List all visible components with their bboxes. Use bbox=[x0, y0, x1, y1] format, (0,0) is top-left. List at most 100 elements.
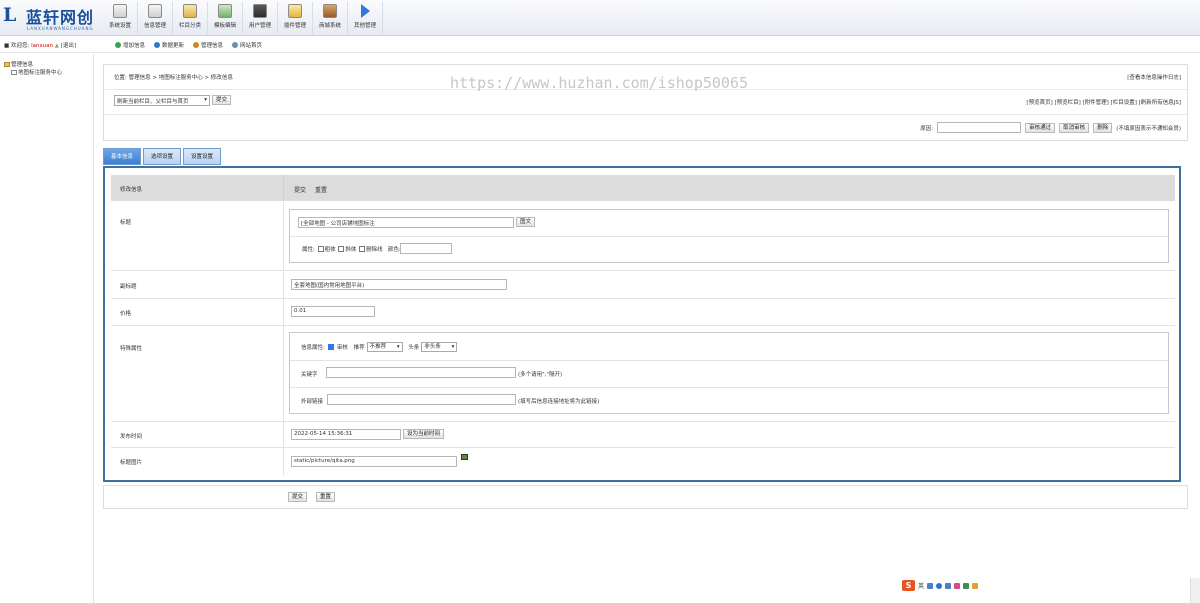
approve-button[interactable]: 审核通过 bbox=[1025, 122, 1056, 133]
divider bbox=[283, 299, 284, 325]
tab-bar: 基本信息 选项设置 设置设置 bbox=[103, 148, 222, 165]
template-icon bbox=[218, 4, 232, 18]
shop-icon bbox=[323, 4, 337, 18]
nav-item-plugin[interactable]: 插件管理 bbox=[278, 2, 313, 34]
quick-link-home[interactable]: 网站首页 bbox=[232, 41, 262, 49]
tab-basic-info[interactable]: 基本信息 bbox=[103, 148, 142, 165]
header-reset-link[interactable]: 重置 bbox=[315, 185, 327, 194]
tools-icon[interactable] bbox=[972, 582, 979, 589]
submit-button[interactable]: 提交 bbox=[288, 492, 308, 502]
divider bbox=[283, 175, 284, 201]
keyboard-icon[interactable] bbox=[945, 582, 952, 589]
home-icon bbox=[232, 42, 239, 48]
publish-time-input[interactable]: 2022-05-14 15:36:31 bbox=[291, 429, 401, 440]
nav-item-other[interactable]: 其他管理 bbox=[348, 2, 383, 34]
sidebar-item-manage-info[interactable]: 管理信息 bbox=[4, 60, 33, 68]
sidebar: 管理信息 地图标注服务中心 bbox=[0, 54, 94, 603]
form-header-label: 修改信息 bbox=[120, 187, 143, 193]
nav-item-template[interactable]: 模板编辑 bbox=[208, 2, 243, 34]
user-block: ■ 欢迎您: lanxuan ▲ [退出] bbox=[4, 41, 76, 49]
quick-links: 增加信息 数据更新 管理信息 网站首页 bbox=[115, 41, 262, 49]
headline-select[interactable]: 非头条 ▾ bbox=[421, 342, 458, 352]
image-text-button[interactable]: 图文 bbox=[516, 217, 536, 227]
scrollbar[interactable] bbox=[1190, 578, 1200, 603]
recommend-select[interactable]: 不推荐 ▾ bbox=[366, 342, 403, 352]
refresh-icon bbox=[154, 42, 161, 48]
quick-link-label: 网站首页 bbox=[240, 43, 263, 49]
nav-item-category[interactable]: 栏目分类 bbox=[173, 2, 208, 34]
tab-options[interactable]: 选项设置 bbox=[143, 148, 182, 165]
publish-time-label: 发布时间 bbox=[120, 434, 143, 440]
quick-link-add[interactable]: 增加信息 bbox=[115, 41, 145, 49]
sidebar-item-map-service[interactable]: 地图标注服务中心 bbox=[11, 68, 62, 76]
nav-label: 用户管理 bbox=[248, 23, 271, 29]
audit-check-label: 审核 bbox=[336, 345, 348, 351]
folder-icon bbox=[4, 62, 10, 67]
username[interactable]: lanxuan bbox=[31, 43, 53, 49]
subtitle-input[interactable]: 全套地图(国内常用地图平台) bbox=[291, 279, 507, 290]
audit-checkbox[interactable] bbox=[327, 344, 334, 350]
quick-link-label: 数据更新 bbox=[162, 43, 185, 49]
quick-link-manage[interactable]: 管理信息 bbox=[193, 41, 223, 49]
refresh-select[interactable]: 刷新当前栏目、父栏目与首页 ▾ bbox=[114, 95, 210, 106]
recommend-value: 不推荐 bbox=[369, 344, 387, 350]
attr-label: 属性: bbox=[302, 247, 315, 253]
divider bbox=[283, 326, 284, 421]
keywords-input[interactable] bbox=[326, 367, 516, 378]
title-input[interactable]: [全部地图 - 公司店铺地图标注 bbox=[298, 217, 514, 228]
category-icon bbox=[183, 4, 197, 18]
external-link-hint: (填写后信息连接地址将为此链接) bbox=[518, 399, 600, 405]
microphone-icon[interactable] bbox=[936, 582, 943, 589]
grid-icon[interactable] bbox=[963, 582, 970, 589]
price-input[interactable]: 0.01 bbox=[291, 306, 375, 317]
nav-item-shop[interactable]: 商城系统 bbox=[313, 2, 348, 34]
nav-item-users[interactable]: 用户管理 bbox=[243, 2, 278, 34]
reset-button[interactable]: 重置 bbox=[316, 492, 336, 502]
color-input[interactable] bbox=[400, 243, 452, 254]
cancel-audit-button[interactable]: 取消审核 bbox=[1059, 122, 1090, 133]
title-label: 标题 bbox=[120, 220, 132, 226]
divider bbox=[283, 272, 284, 298]
italic-checkbox[interactable] bbox=[338, 246, 345, 252]
nav-label: 信息管理 bbox=[143, 23, 166, 29]
quick-link-label: 增加信息 bbox=[123, 43, 146, 49]
refresh-submit-button[interactable]: 提交 bbox=[212, 95, 232, 105]
skin-icon[interactable] bbox=[954, 582, 961, 589]
logo-name: 蓝轩网创 bbox=[26, 8, 95, 27]
chevron-down-icon: ▾ bbox=[396, 344, 400, 350]
nav-item-info-manage[interactable]: 信息管理 bbox=[138, 2, 173, 34]
header-submit-link[interactable]: 提交 bbox=[294, 185, 306, 194]
title-image-input[interactable]: static/picture/qita.png bbox=[291, 456, 457, 467]
strike-checkbox[interactable] bbox=[359, 246, 366, 252]
nav-item-system-settings[interactable]: 系统设置 bbox=[103, 2, 138, 34]
bold-checkbox[interactable] bbox=[317, 246, 324, 252]
tab-settings[interactable]: 设置设置 bbox=[183, 148, 222, 165]
nav-label: 栏目分类 bbox=[178, 23, 201, 29]
chevron-down-icon: ▾ bbox=[451, 344, 455, 350]
plugin-icon bbox=[288, 4, 302, 18]
title-row: 标题 [全部地图 - 公司店铺地图标注 图文 属性: 粗体 斜体 删除线 颜色: bbox=[111, 202, 1175, 271]
reason-input[interactable] bbox=[937, 122, 1022, 133]
ime-lang-toggle[interactable]: 英 bbox=[918, 581, 924, 590]
logout-link[interactable]: [退出] bbox=[61, 43, 76, 49]
ime-toolbar: S 英 bbox=[902, 580, 979, 591]
image-select-icon[interactable] bbox=[461, 454, 468, 460]
title-box: [全部地图 - 公司店铺地图标注 图文 属性: 粗体 斜体 删除线 颜色: bbox=[289, 209, 1169, 263]
quick-link-update[interactable]: 数据更新 bbox=[154, 41, 184, 49]
nav-label: 系统设置 bbox=[108, 23, 131, 29]
ime-logo-icon[interactable]: S bbox=[902, 580, 915, 591]
punctuation-icon[interactable] bbox=[927, 582, 934, 589]
logo-subtitle: LANXUANWANGCHUANG bbox=[27, 26, 94, 31]
users-icon bbox=[253, 4, 267, 18]
subtitle-row: 副标题 全套地图(国内常用地图平台) bbox=[111, 272, 1175, 299]
special-attr-label: 特殊属性 bbox=[120, 346, 143, 352]
external-link-input[interactable] bbox=[327, 394, 516, 405]
form-header: 修改信息 提交 重置 bbox=[111, 175, 1175, 201]
set-current-time-button[interactable]: 设为当前时间 bbox=[403, 429, 445, 439]
info-attr-label: 信息属性: bbox=[301, 345, 325, 351]
headline-label: 头条 bbox=[408, 345, 420, 351]
logo[interactable]: L 蓝轩网创 LANXUANWANGCHUANG bbox=[3, 3, 101, 33]
view-log-link[interactable]: [查看本信息操作日志] bbox=[1127, 73, 1181, 81]
action-links[interactable]: [预览首页] [预览栏目] [附件管理] [栏目设置] [刷新所有信息JS] bbox=[1026, 98, 1181, 106]
delete-button[interactable]: 删除 bbox=[1093, 122, 1113, 133]
